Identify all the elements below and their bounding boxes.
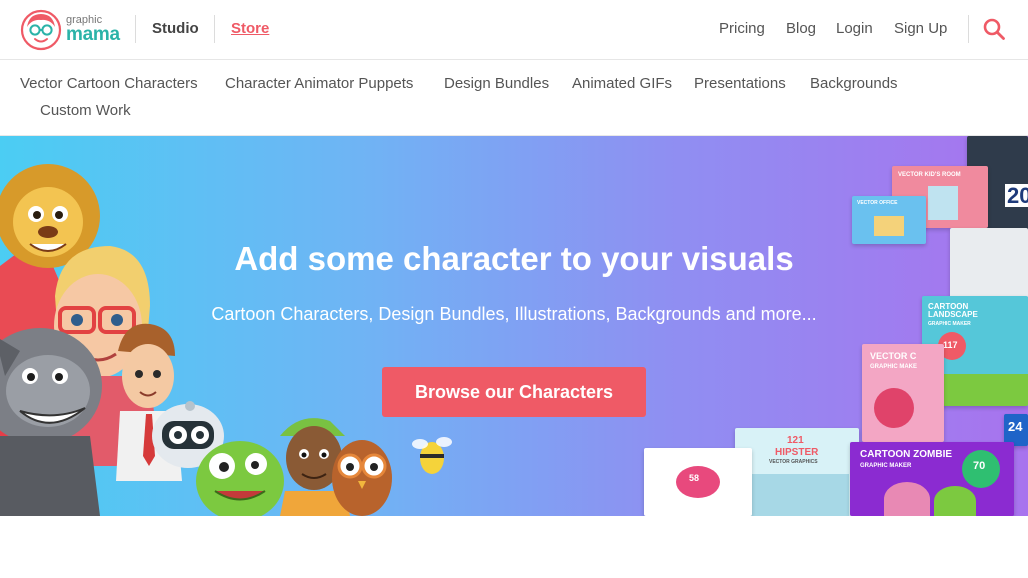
divider [968,15,969,43]
product-card-landscape-badge: 117 [943,340,958,350]
login-link[interactable]: Login [836,20,873,37]
hero-subtitle: Cartoon Characters, Design Bundles, Illu… [211,304,817,324]
studio-link[interactable]: Studio [152,20,199,37]
signup-link[interactable]: Sign Up [894,20,947,37]
product-card-cartoon-zombie[interactable]: CARTOON ZOMBIE GRAPHIC MAKER 70 [850,442,1014,516]
product-card-zombie-badge: 70 [973,460,986,472]
product-collage: 20 VECTOR KID'S ROOM VECTOR OFFICE CARTO… [640,136,1028,516]
product-card-edge-bottom-number: 24 [1008,419,1023,434]
store-link[interactable]: Store [231,20,269,37]
pricing-link[interactable]: Pricing [719,20,765,37]
category-vector-cartoon-characters[interactable]: Vector Cartoon Characters [20,75,198,92]
blog-link[interactable]: Blog [786,20,816,37]
logo-text-mama: mama [66,24,120,45]
product-card-hipster-sub: VECTOR GRAPHICS [769,459,818,465]
product-card-office[interactable]: VECTOR OFFICE [852,196,926,244]
divider [214,15,215,43]
category-design-bundles[interactable]: Design Bundles [444,75,549,92]
product-card-zombie-title: CARTOON ZOMBIE [860,449,953,460]
product-card-vector-c[interactable]: VECTOR C GRAPHIC MAKE [862,344,944,442]
product-card-office-title: VECTOR OFFICE [857,200,898,206]
top-navigation-bar: graphic mama Studio Store Pricing Blog L… [0,0,1028,60]
divider [135,15,136,43]
product-card-zombie-sub: GRAPHIC MAKER [860,463,912,469]
product-card-kids-room-title: VECTOR KID'S ROOM [898,172,961,178]
graphicmama-logo[interactable]: graphic mama [20,9,130,51]
product-card-hipster-title: HIPSTER [775,447,819,458]
hero-title: Add some character to your visuals [234,240,794,277]
product-card-vector-c-sub: GRAPHIC MAKE [870,364,918,370]
category-custom-work[interactable]: Custom Work [40,102,131,119]
hero-banner: 20 VECTOR KID'S ROOM VECTOR OFFICE CARTO… [0,136,1028,516]
product-card-sale-number: 58 [689,473,700,483]
product-card-hipster-number: 121 [787,435,804,446]
product-card-sale[interactable]: 58 [644,448,752,516]
category-character-animator-puppets[interactable]: Character Animator Puppets [225,75,413,92]
cartoon-characters-illustration [0,164,452,516]
browse-characters-button[interactable]: Browse our Characters [382,367,646,417]
product-card-edge-top-number: 20 [1005,184,1028,207]
glasses-lady-logo-icon [20,9,62,51]
search-icon[interactable] [982,17,1006,41]
product-card-hipster[interactable]: 121 HIPSTER VECTOR GRAPHICS [735,428,859,516]
category-backgrounds[interactable]: Backgrounds [810,75,898,92]
category-animated-gifs[interactable]: Animated GIFs [572,75,672,92]
category-navigation: Vector Cartoon Characters Character Anim… [0,61,1028,136]
category-presentations[interactable]: Presentations [694,75,786,92]
product-card-vector-c-title: VECTOR C [870,351,917,361]
